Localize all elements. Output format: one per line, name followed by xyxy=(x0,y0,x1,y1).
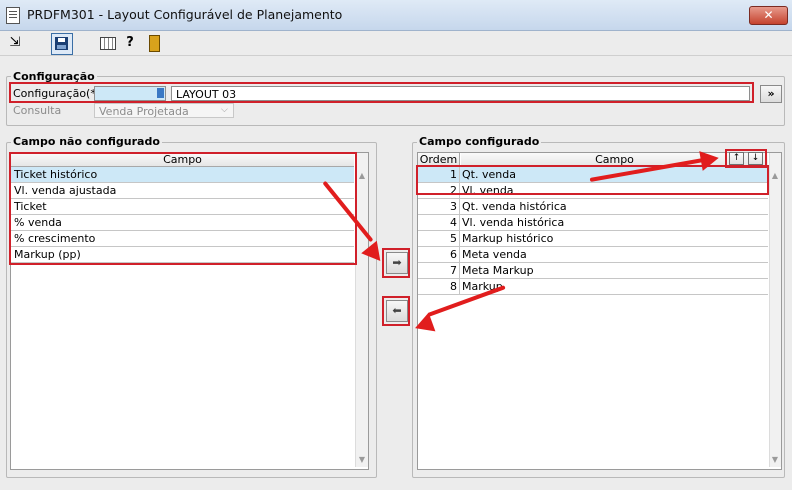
campo-cell: Meta Markup xyxy=(462,264,534,277)
scroll-down-icon[interactable]: ▼ xyxy=(357,455,367,465)
ordem-cell: 8 xyxy=(418,279,460,294)
table-row[interactable]: 5 Markup histórico xyxy=(418,231,768,247)
campo-cell: Qt. venda histórica xyxy=(462,200,567,213)
close-button[interactable]: ✕ xyxy=(749,6,788,25)
table-row[interactable]: 8 Markup xyxy=(418,279,768,295)
highlight-configuracao xyxy=(9,82,754,103)
scroll-up-icon[interactable]: ▲ xyxy=(357,171,367,181)
ordem-cell: 6 xyxy=(418,247,460,262)
table-row[interactable]: 3 Qt. venda histórica xyxy=(418,199,768,215)
window-title: PRDFM301 - Layout Configurável de Planej… xyxy=(27,7,343,22)
highlight-nao-configurado xyxy=(9,152,357,265)
ordem-cell: 7 xyxy=(418,263,460,278)
ordem-cell: 5 xyxy=(418,231,460,246)
grid-icon[interactable] xyxy=(97,33,117,53)
chevron-down-icon: ⌵ xyxy=(221,105,228,115)
table-row[interactable]: 7 Meta Markup xyxy=(418,263,768,279)
campo-cell: Meta venda xyxy=(462,248,527,261)
campo-cell: Vl. venda histórica xyxy=(462,216,565,229)
exit-icon[interactable]: ⇲ xyxy=(5,33,25,53)
ordem-cell: 4 xyxy=(418,215,460,230)
help-icon[interactable]: ? xyxy=(120,33,140,53)
highlight-remove-button xyxy=(382,296,410,326)
annotation-arrow-head xyxy=(699,148,721,171)
consulta-label: Consulta xyxy=(13,104,62,117)
save-icon[interactable] xyxy=(51,33,73,55)
more-button[interactable]: » xyxy=(760,85,782,103)
configurado-grid: Ordem Campo 1 Qt. venda 2 Vl. venda 3 Qt… xyxy=(417,152,782,470)
scroll-up-icon[interactable]: ▲ xyxy=(770,171,780,181)
vertical-scrollbar[interactable]: ▲ ▼ xyxy=(769,153,781,467)
consulta-select[interactable]: Venda Projetada xyxy=(94,103,234,118)
configurado-legend: Campo configurado xyxy=(417,135,542,148)
table-row[interactable]: 6 Meta venda xyxy=(418,247,768,263)
ordem-cell: 3 xyxy=(418,199,460,214)
campo-cell: Markup histórico xyxy=(462,232,554,245)
document-icon xyxy=(6,7,20,24)
nao-configurado-legend: Campo não configurado xyxy=(11,135,162,148)
door-icon[interactable] xyxy=(144,33,164,53)
table-row[interactable]: 4 Vl. venda histórica xyxy=(418,215,768,231)
toolbar xyxy=(0,31,792,56)
scroll-down-icon[interactable]: ▼ xyxy=(770,455,780,465)
